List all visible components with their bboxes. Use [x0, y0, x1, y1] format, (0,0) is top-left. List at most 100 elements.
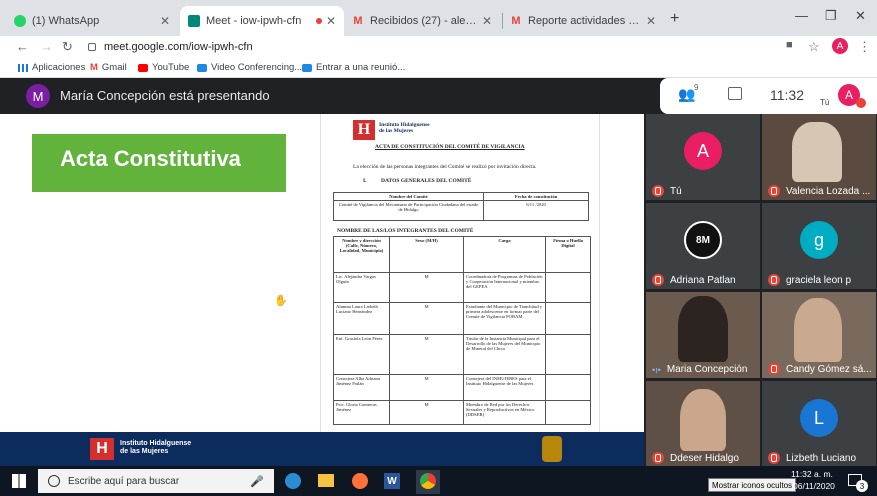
- chrome-icon[interactable]: [420, 473, 436, 489]
- muted-mic-icon: [768, 185, 780, 197]
- minimize-button[interactable]: —: [795, 8, 808, 23]
- slide-title: Acta Constitutiva: [60, 146, 241, 171]
- close-icon[interactable]: ✕: [646, 14, 656, 28]
- member-signature: [545, 272, 591, 303]
- close-icon[interactable]: ✕: [482, 14, 492, 28]
- committee-table: Nombre del Comité Fecha de constitución …: [333, 192, 589, 221]
- screen: (1) WhatsApp ✕ Meet - iow-ipwh-cfn ✕ M R…: [0, 0, 877, 496]
- participant-tile[interactable]: Ddeser Hidalgo: [646, 381, 760, 467]
- participant-tile[interactable]: g graciela leon p: [762, 203, 876, 289]
- participant-name: Tú: [652, 185, 758, 197]
- doc-section1-number: I.: [363, 178, 367, 184]
- doc-section1-title: DATOS GENERALES DEL COMITÉ: [381, 178, 472, 184]
- participant-tile[interactable]: L Lizbeth Luciano: [762, 381, 876, 467]
- doc-heading: ACTA DE CONSTITUCIÓN DEL COMITÉ DE VIGIL…: [375, 144, 525, 150]
- star-icon[interactable]: ☆: [808, 39, 820, 55]
- tab-gmail-report[interactable]: M Reporte actividades COESPO - a ✕: [502, 6, 664, 36]
- bookmark-video-conferencing[interactable]: Video Conferencing...: [197, 62, 302, 73]
- table-row: Consejera Alba Adriana Jiménez Patlán M …: [333, 374, 591, 401]
- participant-tile[interactable]: Valencia Lozada ...: [762, 114, 876, 200]
- bookmark-label: Aplicaciones: [32, 62, 86, 73]
- close-icon[interactable]: ✕: [160, 14, 170, 28]
- tab-gmail[interactable]: M Recibidos (27) - ale.vargas.olguin@ ✕: [344, 6, 500, 36]
- restore-button[interactable]: ❐: [825, 8, 837, 24]
- bookmark-join-meeting[interactable]: Entrar a una reunió...: [302, 62, 405, 73]
- edge-icon[interactable]: [285, 473, 301, 489]
- browser-tab-strip: (1) WhatsApp ✕ Meet - iow-ipwh-cfn ✕ M R…: [0, 0, 877, 36]
- self-label: Tú: [820, 98, 830, 107]
- search-icon: [48, 475, 60, 487]
- file-explorer-icon[interactable]: [318, 474, 334, 487]
- member-name: Consejera Alba Adriana Jiménez Patlán: [333, 374, 390, 401]
- bookmark-gmail[interactable]: M Gmail: [90, 62, 127, 73]
- bookmark-label: Video Conferencing...: [211, 62, 303, 73]
- people-icon[interactable]: 👥: [678, 86, 695, 103]
- firefox-icon[interactable]: [352, 473, 368, 489]
- participant-avatar: A: [684, 132, 722, 170]
- participant-tile[interactable]: A Tú: [646, 114, 760, 200]
- member-name: Psic. Gloria Contreras Jiménez: [333, 400, 390, 425]
- member-signature: [545, 374, 591, 401]
- zoom-icon: [197, 63, 207, 72]
- microphone-icon[interactable]: 🎤: [250, 475, 264, 488]
- participant-avatar: L: [800, 399, 838, 437]
- forward-button[interactable]: →: [40, 39, 53, 54]
- participant-avatar: g: [800, 221, 838, 259]
- search-placeholder: Escribe aquí para buscar: [68, 475, 180, 487]
- member-signature: [545, 302, 591, 335]
- members-header-sex: Sexo (M/H): [389, 236, 464, 273]
- participant-video: [792, 122, 842, 182]
- presenting-status: María Concepción está presentando: [60, 88, 270, 103]
- member-role: Estudiante del Municipio de Tianchitud y…: [463, 302, 546, 335]
- muted-mic-icon: [652, 452, 664, 464]
- institute-logo-icon: H: [90, 438, 114, 460]
- member-sex: M: [389, 334, 464, 375]
- hand-cursor-icon: ✋: [274, 295, 288, 307]
- doc-org-line2: de las Mujeres: [379, 128, 414, 134]
- taskbar-search[interactable]: Escribe aquí para buscar 🎤: [38, 469, 274, 493]
- taskbar-time: 11:32 a. m.: [791, 469, 833, 479]
- participant-tile[interactable]: Candy Gómez sá...: [762, 292, 876, 378]
- bookmark-apps[interactable]: Aplicaciones: [18, 62, 85, 73]
- presenter-avatar: M: [26, 84, 50, 108]
- close-icon[interactable]: ✕: [326, 14, 336, 28]
- profile-avatar[interactable]: A: [832, 38, 848, 54]
- participant-tile[interactable]: •ı• Maria Concepción: [646, 292, 760, 378]
- doc-intro: La elección de las personas integrantes …: [353, 164, 537, 170]
- muted-mic-icon: [768, 363, 780, 375]
- recording-indicator-icon: [315, 18, 322, 24]
- table-row: Psic. Gloria Contreras Jiménez M Miembro…: [333, 400, 591, 425]
- members-table: Nombre y dirección (Calle, Número, Local…: [333, 236, 591, 425]
- participant-video: [680, 389, 726, 451]
- member-name: Alumna Laura Lizbeth Luciano Hernández: [333, 302, 390, 335]
- bookmark-label: YouTube: [152, 62, 190, 73]
- member-role: Titular de la Instancia Municipal para e…: [463, 334, 546, 375]
- word-icon[interactable]: W: [384, 473, 400, 489]
- url-field[interactable]: meet.google.com/iow-ipwh-cfn: [88, 38, 778, 56]
- chat-icon[interactable]: [728, 87, 742, 100]
- member-sex: M: [389, 374, 464, 401]
- participants-grid: A Tú Valencia Lozada ... 8M Adriana Patl…: [644, 114, 877, 467]
- new-tab-button[interactable]: +: [670, 10, 679, 28]
- tab-meet[interactable]: Meet - iow-ipwh-cfn ✕: [180, 6, 344, 36]
- muted-icon: [856, 98, 866, 108]
- windows-start-icon[interactable]: [12, 474, 26, 488]
- reload-button[interactable]: ↻: [62, 39, 73, 55]
- members-header-role: Cargo: [463, 236, 546, 273]
- participant-name: Ddeser Hidalgo: [652, 452, 758, 464]
- apps-grid-icon: [18, 63, 28, 72]
- camera-icon[interactable]: ■: [786, 39, 793, 51]
- institute-logo-icon: H: [353, 120, 375, 140]
- speaking-icon: •ı•: [652, 364, 661, 375]
- back-button[interactable]: ←: [16, 39, 29, 54]
- participant-tile[interactable]: 8M Adriana Patlan: [646, 203, 760, 289]
- bookmark-youtube[interactable]: YouTube: [138, 62, 189, 73]
- footer-org-line1: Instituto Hidalguense: [120, 440, 192, 447]
- menu-icon[interactable]: ⋮: [858, 39, 871, 55]
- window-close-button[interactable]: ✕: [855, 8, 866, 24]
- member-role: Consejera del INMUJERES para el Institut…: [463, 374, 546, 401]
- whatsapp-icon: [14, 15, 26, 27]
- meet-controls: 👥 9 11:32 Tú A: [660, 78, 877, 114]
- gmail-icon: M: [353, 15, 363, 27]
- tab-whatsapp[interactable]: (1) WhatsApp ✕: [6, 6, 178, 36]
